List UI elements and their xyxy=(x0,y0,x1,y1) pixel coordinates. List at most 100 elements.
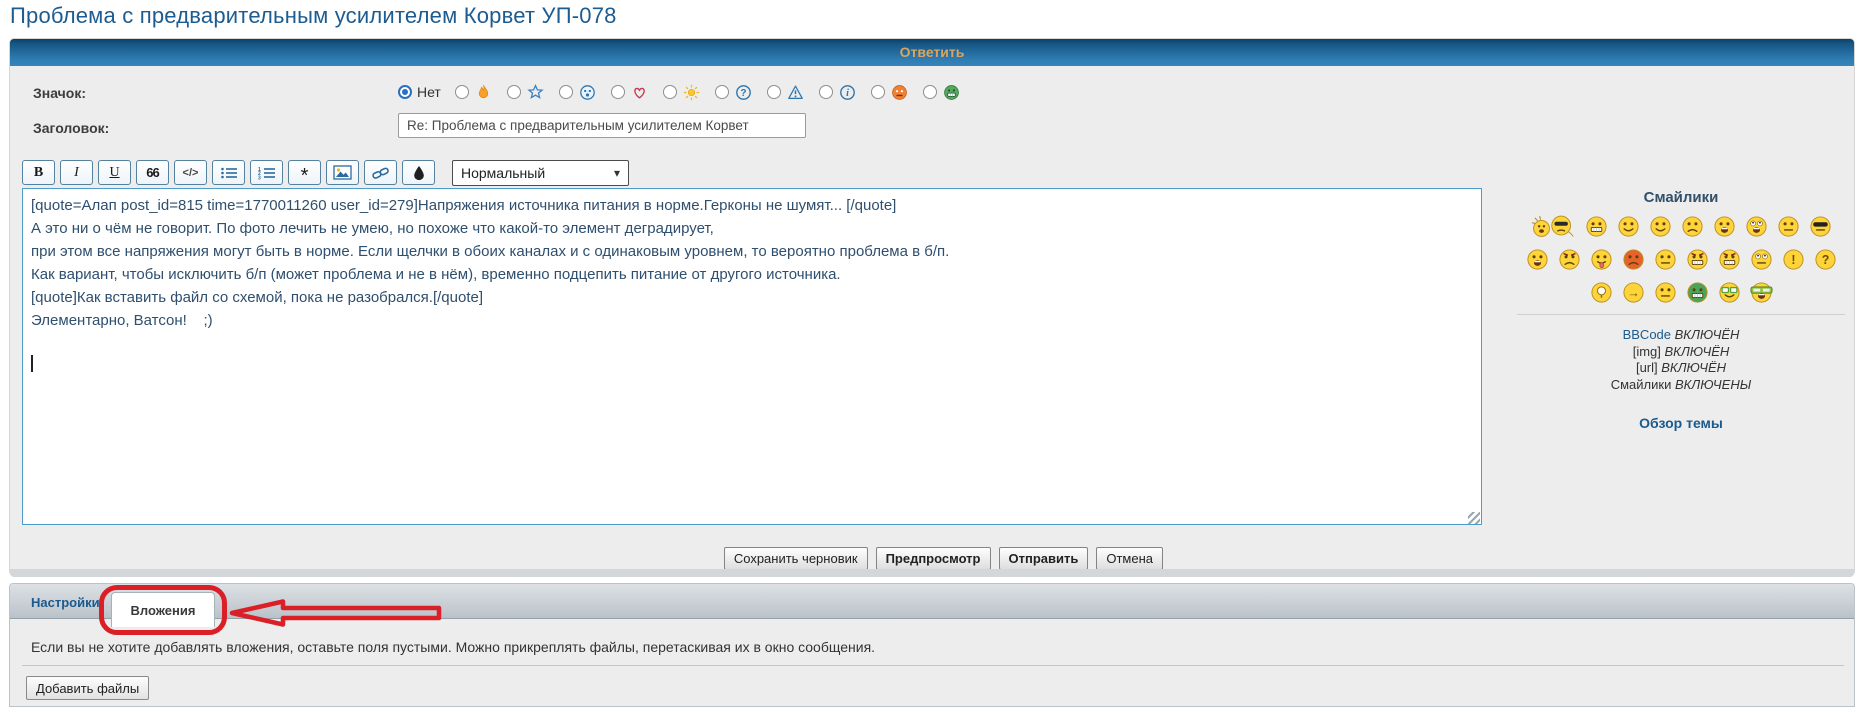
smiley-biggrin[interactable] xyxy=(1585,215,1608,238)
reply-link[interactable]: Ответить xyxy=(900,44,965,60)
smiley-confused[interactable] xyxy=(1777,215,1800,238)
panel-footer-bar xyxy=(10,569,1854,577)
bbcode-tag-label: Смайлики xyxy=(1611,377,1672,392)
save-draft-button[interactable]: Сохранить черновик xyxy=(724,547,868,570)
icon-radio-info-icon[interactable] xyxy=(819,85,833,99)
icon-radio-angry-face-icon[interactable] xyxy=(871,85,885,99)
icon-radio-bulb-icon[interactable] xyxy=(663,85,677,99)
bullet-list-button[interactable] xyxy=(212,160,245,185)
divider xyxy=(1517,314,1845,315)
smiley-evil[interactable] xyxy=(1686,248,1709,271)
smiley-exclaim[interactable]: ! xyxy=(1782,248,1805,271)
bold-button[interactable]: B xyxy=(22,160,55,185)
bbcode-status-line: BBCode ВКЛЮЧЁН xyxy=(1511,327,1851,344)
font-size-select[interactable]: Нормальный ▾ xyxy=(452,160,629,186)
bbcode-status-value: ВКЛЮЧЁН xyxy=(1671,327,1739,342)
bbcode-status-block: BBCode ВКЛЮЧЁН[img] ВКЛЮЧЁН[url] ВКЛЮЧЁН… xyxy=(1511,327,1851,393)
smiley-redface[interactable] xyxy=(1622,248,1645,271)
smiley-doubt[interactable] xyxy=(1654,281,1677,304)
smiley-rolleyes[interactable] xyxy=(1750,248,1773,271)
smiley-twisted[interactable] xyxy=(1718,248,1741,271)
bbcode-status-line: [url] ВКЛЮЧЁН xyxy=(1511,360,1851,377)
chevron-down-icon: ▾ xyxy=(614,166,620,180)
smiley-razz[interactable] xyxy=(1590,248,1613,271)
smiley-question[interactable]: ? xyxy=(1814,248,1837,271)
smiley-sad[interactable] xyxy=(1681,215,1704,238)
smiley-ubergeek[interactable] xyxy=(1750,281,1773,304)
ordered-list-button[interactable]: 123 xyxy=(250,160,283,185)
smiley-mad[interactable] xyxy=(1558,248,1581,271)
smilies-title: Смайлики xyxy=(1511,189,1851,206)
insert-image-button[interactable] xyxy=(326,160,359,185)
icon-radio-none[interactable] xyxy=(398,85,412,99)
submit-button[interactable]: Отправить xyxy=(999,547,1089,570)
smiley-idea[interactable] xyxy=(1590,281,1613,304)
question-icon: ? xyxy=(734,84,754,101)
icon-radio-alert-icon[interactable] xyxy=(767,85,781,99)
attachments-panel: Настройки Вложения Если вы не хотите доб… xyxy=(9,583,1855,707)
underline-button[interactable]: U xyxy=(98,160,131,185)
angry-face-icon xyxy=(890,84,910,101)
smiley-eek[interactable] xyxy=(1745,215,1768,238)
tab-attachments[interactable]: Вложения xyxy=(111,592,215,627)
bulb-icon xyxy=(682,84,702,101)
list-item-button[interactable]: * xyxy=(288,160,321,185)
smiley-shock[interactable] xyxy=(1713,215,1736,238)
mrgreen-face-icon xyxy=(942,84,962,101)
message-textarea[interactable]: [quote=Алап post_id=815 time=1770011260 … xyxy=(22,188,1482,525)
smiley-smile[interactable] xyxy=(1617,215,1640,238)
icon-radio-star-icon[interactable] xyxy=(507,85,521,99)
smiley-beat[interactable] xyxy=(1531,215,1576,238)
font-size-value: Нормальный xyxy=(461,165,545,181)
bbcode-status-value: ВКЛЮЧЕНЫ xyxy=(1671,377,1751,392)
code-button[interactable]: </> xyxy=(174,160,207,185)
bbcode-status-value: ВКЛЮЧЁН xyxy=(1661,344,1729,359)
alert-icon xyxy=(786,84,806,101)
smiley-face-icon xyxy=(578,84,598,101)
bbcode-toolbar: BIU66</> 123* Нормальный ▾ xyxy=(22,159,629,186)
smiley-wink[interactable] xyxy=(1649,215,1672,238)
icon-radio-mrgreen-face-icon[interactable] xyxy=(923,85,937,99)
smiley-geek[interactable] xyxy=(1718,281,1741,304)
smilies-row: → xyxy=(1511,281,1851,304)
bbcode-tag-label: [img] xyxy=(1633,344,1661,359)
add-files-button[interactable]: Добавить файлы xyxy=(26,676,149,700)
smiley-mrgreen[interactable] xyxy=(1686,281,1709,304)
page-title: Проблема с предварительным усилителем Ко… xyxy=(10,3,617,29)
attachments-tab-bar xyxy=(10,584,1854,619)
smilies-sidebar: Смайлики !?→ BBCode ВКЛЮЧЁН[img] ВКЛЮЧЁН… xyxy=(1511,189,1851,431)
smilies-row xyxy=(1511,215,1851,238)
divider xyxy=(22,665,1844,666)
bbcode-status-line: Смайлики ВКЛЮЧЕНЫ xyxy=(1511,377,1851,394)
svg-text:3: 3 xyxy=(258,175,261,179)
svg-text:!: ! xyxy=(1791,253,1795,267)
subject-label: Заголовок: xyxy=(33,120,109,136)
icon-radio-smiley-face-icon[interactable] xyxy=(559,85,573,99)
smiley-cool[interactable] xyxy=(1809,215,1832,238)
bbcode-link[interactable]: BBCode xyxy=(1623,327,1671,342)
smiley-lol[interactable] xyxy=(1526,248,1549,271)
heart-icon xyxy=(630,84,650,101)
font-colour-button[interactable] xyxy=(402,160,435,185)
subject-input[interactable] xyxy=(398,113,806,138)
attachments-hint-text: Если вы не хотите добавлять вложения, ос… xyxy=(31,639,875,655)
composer-panel: Ответить Значок: Нет?i Заголовок: BIU66<… xyxy=(9,38,1855,576)
insert-link-button[interactable] xyxy=(364,160,397,185)
tab-settings[interactable]: Настройки xyxy=(31,595,100,610)
icon-radio-fire-icon[interactable] xyxy=(455,85,469,99)
quote-button[interactable]: 66 xyxy=(136,160,169,185)
italic-button[interactable]: I xyxy=(60,160,93,185)
topic-icon-options: Нет?i xyxy=(398,81,975,103)
smiley-arrow[interactable]: → xyxy=(1622,281,1645,304)
bbcode-status-value: ВКЛЮЧЁН xyxy=(1658,360,1726,375)
icon-radio-question-icon[interactable] xyxy=(715,85,729,99)
preview-button[interactable]: Предпросмотр xyxy=(876,547,991,570)
cancel-button[interactable]: Отмена xyxy=(1096,547,1163,570)
topic-review-link[interactable]: Обзор темы xyxy=(1511,415,1851,431)
icon-radio-heart-icon[interactable] xyxy=(611,85,625,99)
composer-action-buttons: Сохранить черновик Предпросмотр Отправить О… xyxy=(724,547,1163,570)
svg-text:i: i xyxy=(846,88,849,99)
svg-text:→: → xyxy=(1627,286,1639,300)
smiley-neutral[interactable] xyxy=(1654,248,1677,271)
svg-text:?: ? xyxy=(1821,253,1829,267)
